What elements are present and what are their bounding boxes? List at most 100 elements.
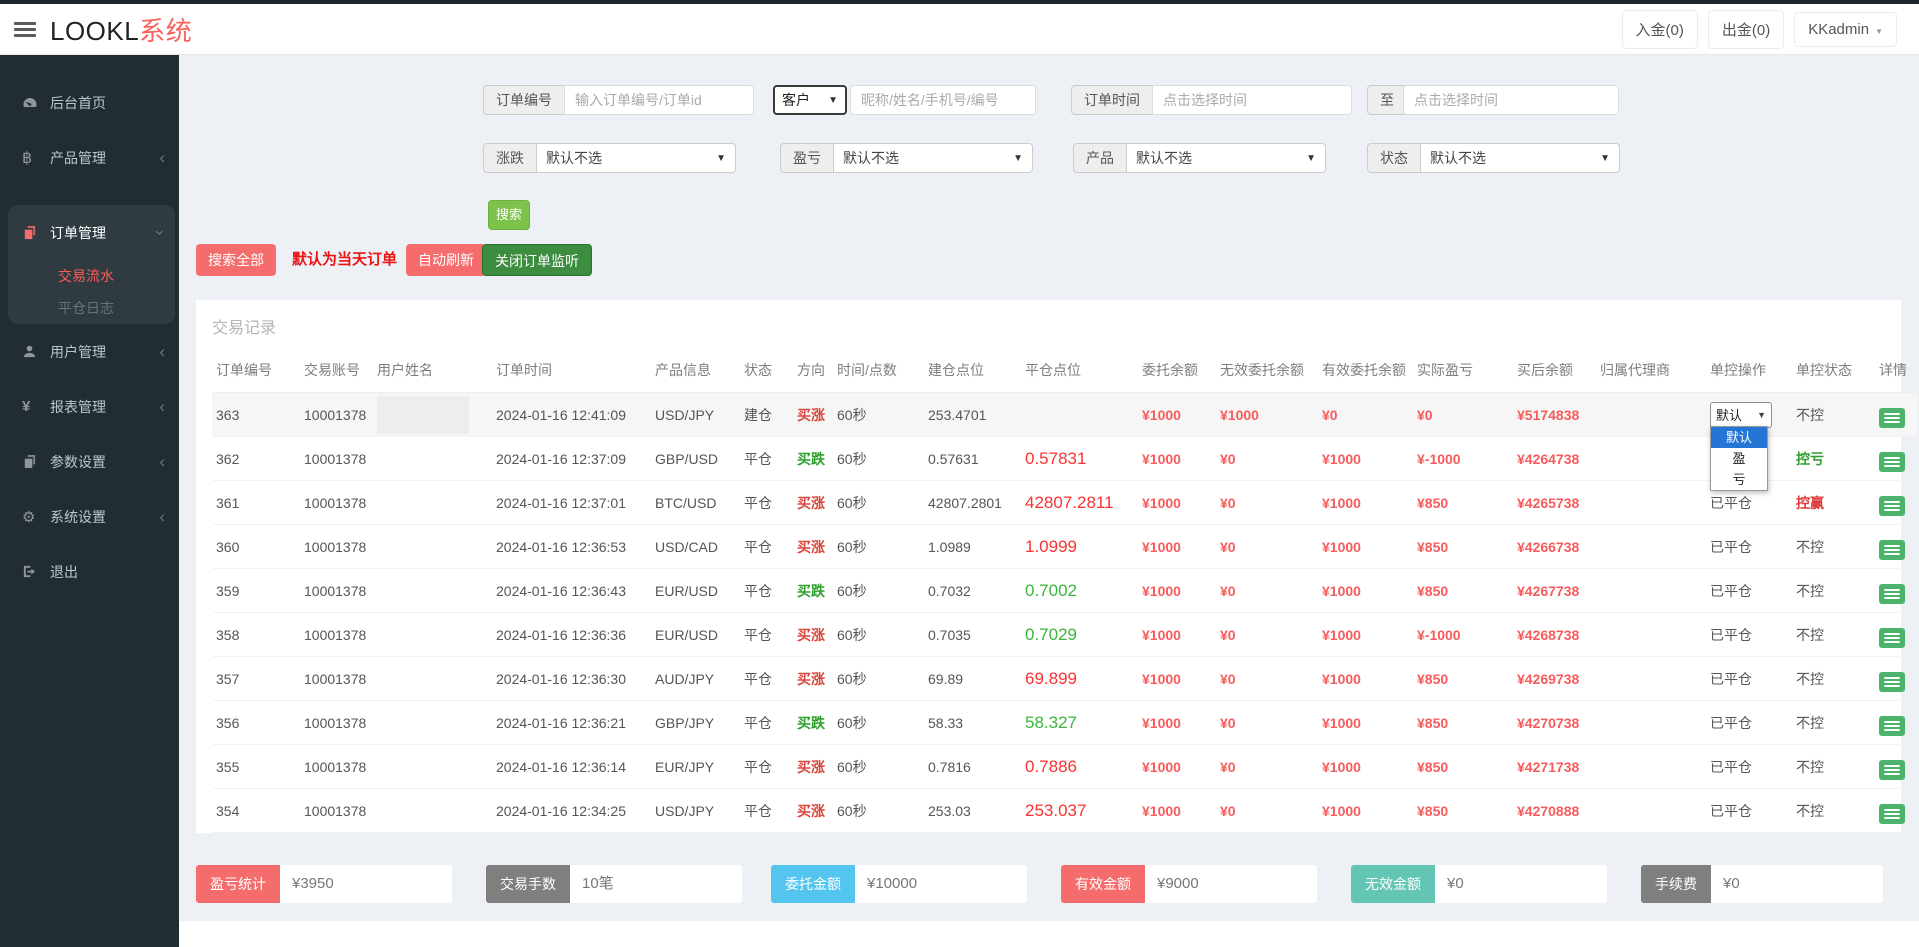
column-header: 归属代理商 — [1596, 350, 1706, 393]
order-no-input[interactable] — [564, 85, 754, 115]
control-mode-option[interactable]: 亏 — [1711, 469, 1767, 490]
cell-invalid-entrust: ¥0 — [1216, 481, 1318, 525]
cell-valid-entrust: ¥1000 — [1318, 481, 1413, 525]
sidebar-item-parameters[interactable]: 参数设置 ‹ — [0, 434, 179, 489]
cell-invalid-entrust: ¥0 — [1216, 525, 1318, 569]
cell-detail — [1875, 569, 1917, 613]
empty-username-placeholder — [377, 396, 469, 434]
cell-invalid-entrust: ¥0 — [1216, 789, 1318, 833]
detail-button[interactable] — [1879, 584, 1905, 604]
sidebar-item-system-settings[interactable]: ⚙ 系统设置 ‹ — [0, 489, 179, 544]
cell-invalid-entrust: ¥0 — [1216, 437, 1318, 481]
summary-label: 交易手数 — [486, 865, 570, 903]
sidebar-item-orders[interactable]: 订单管理 ‹ — [8, 205, 175, 260]
table-row: 362100013782024-01-16 12:37:09GBP/USD平仓买… — [212, 437, 1917, 481]
cell-close-point — [1021, 393, 1138, 437]
cell-balance-after: ¥4271738 — [1513, 745, 1596, 789]
cell-duration: 60秒 — [833, 393, 924, 437]
time-end-input[interactable] — [1403, 85, 1619, 115]
close-order-listen-button[interactable]: 关闭订单监听 — [482, 244, 592, 276]
hamburger-menu-icon[interactable] — [14, 19, 36, 40]
cell-balance-after: ¥4268738 — [1513, 613, 1596, 657]
user-menu-button[interactable]: KKadmin▼ — [1794, 12, 1897, 47]
cell-actual-profit: ¥-1000 — [1413, 437, 1513, 481]
cell-actual-profit: ¥850 — [1413, 789, 1513, 833]
cell-entrust-balance: ¥1000 — [1138, 393, 1216, 437]
column-header: 单控操作 — [1706, 350, 1792, 393]
cell-direction: 买涨 — [793, 745, 833, 789]
sidebar-item-users[interactable]: 用户管理 ‹ — [0, 324, 179, 379]
rise-fall-filter: 涨跌 默认不选 ▼ — [483, 143, 736, 173]
product-select[interactable]: 默认不选 ▼ — [1126, 143, 1326, 173]
cell-detail — [1875, 701, 1917, 745]
control-mode-option[interactable]: 默认 — [1711, 427, 1767, 448]
control-mode-value: 默认 — [1716, 405, 1742, 424]
sidebar-subitem-label: 交易流水 — [58, 266, 114, 286]
sidebar: 后台首页 ฿ 产品管理 ‹ 订单管理 ‹ 交易流水 平仓日志 用户管理 ‹ ¥ … — [0, 55, 179, 947]
cell-invalid-entrust: ¥0 — [1216, 613, 1318, 657]
cell-order-time: 2024-01-16 12:36:21 — [492, 701, 651, 745]
cell-actual-profit: ¥0 — [1413, 393, 1513, 437]
cell-entrust-balance: ¥1000 — [1138, 481, 1216, 525]
sidebar-item-products[interactable]: ฿ 产品管理 ‹ — [0, 130, 179, 185]
detail-button[interactable] — [1879, 496, 1905, 516]
column-header: 交易账号 — [300, 350, 373, 393]
cell-control-operation: 已平仓 — [1706, 701, 1792, 745]
search-button[interactable]: 搜索 — [488, 200, 530, 230]
sidebar-item-label: 后台首页 — [50, 93, 106, 113]
cell-control-operation: 已平仓 — [1706, 745, 1792, 789]
cell-product: GBP/JPY — [651, 701, 740, 745]
detail-button[interactable] — [1879, 628, 1905, 648]
column-header: 方向 — [793, 350, 833, 393]
column-header: 用户姓名 — [373, 350, 492, 393]
sidebar-subitem-close-log[interactable]: 平仓日志 — [8, 292, 175, 324]
sidebar-item-dashboard[interactable]: 后台首页 — [0, 75, 179, 130]
logo-main: LOOKL — [50, 16, 139, 46]
detail-button[interactable] — [1879, 760, 1905, 780]
sidebar-subitem-trade-flow[interactable]: 交易流水 — [8, 260, 175, 292]
customer-type-select[interactable]: 客户 ▼ — [773, 85, 847, 115]
cell-username — [373, 789, 492, 833]
cell-direction: 买涨 — [793, 525, 833, 569]
cell-order-time: 2024-01-16 12:37:09 — [492, 437, 651, 481]
customer-search-input[interactable] — [850, 85, 1036, 115]
rise-fall-select[interactable]: 默认不选 ▼ — [536, 143, 736, 173]
sidebar-item-logout[interactable]: 退出 — [0, 544, 179, 599]
status-select[interactable]: 默认不选 ▼ — [1420, 143, 1620, 173]
detail-button[interactable] — [1879, 716, 1905, 736]
deposit-button[interactable]: 入金(0) — [1622, 10, 1698, 49]
chevron-icon: ‹ — [159, 398, 165, 415]
search-all-button[interactable]: 搜索全部 — [196, 244, 276, 276]
column-header: 单控状态 — [1792, 350, 1875, 393]
cell-account: 10001378 — [300, 569, 373, 613]
column-header: 订单时间 — [492, 350, 651, 393]
detail-button[interactable] — [1879, 672, 1905, 692]
chevron-down-icon: ▼ — [716, 153, 726, 164]
cell-balance-after: ¥4267738 — [1513, 569, 1596, 613]
cell-detail — [1875, 745, 1917, 789]
auto-refresh-button[interactable]: 自动刷新 — [406, 244, 486, 276]
chevron-down-icon: ▼ — [1600, 153, 1610, 164]
cell-username — [373, 657, 492, 701]
column-header: 产品信息 — [651, 350, 740, 393]
time-start-input[interactable] — [1152, 85, 1352, 115]
detail-button[interactable] — [1879, 540, 1905, 560]
cell-balance-after: ¥4265738 — [1513, 481, 1596, 525]
detail-button[interactable] — [1879, 452, 1905, 472]
cell-control-state: 不控 — [1792, 745, 1875, 789]
profit-loss-select[interactable]: 默认不选 ▼ — [833, 143, 1033, 173]
cell-duration: 60秒 — [833, 701, 924, 745]
withdraw-button[interactable]: 出金(0) — [1708, 10, 1784, 49]
sidebar-item-reports[interactable]: ¥ 报表管理 ‹ — [0, 379, 179, 434]
sidebar-item-label: 系统设置 — [50, 507, 106, 527]
control-mode-option[interactable]: 盈 — [1711, 448, 1767, 469]
cell-direction: 买涨 — [793, 657, 833, 701]
detail-button[interactable] — [1879, 804, 1905, 824]
cell-valid-entrust: ¥1000 — [1318, 525, 1413, 569]
cell-control-operation: 已平仓 — [1706, 789, 1792, 833]
detail-button[interactable] — [1879, 408, 1905, 428]
cell-agent — [1596, 745, 1706, 789]
control-mode-select[interactable]: 默认▼ — [1710, 402, 1772, 428]
select-value: 默认不选 — [1136, 148, 1192, 168]
cell-order-id: 359 — [212, 569, 300, 613]
